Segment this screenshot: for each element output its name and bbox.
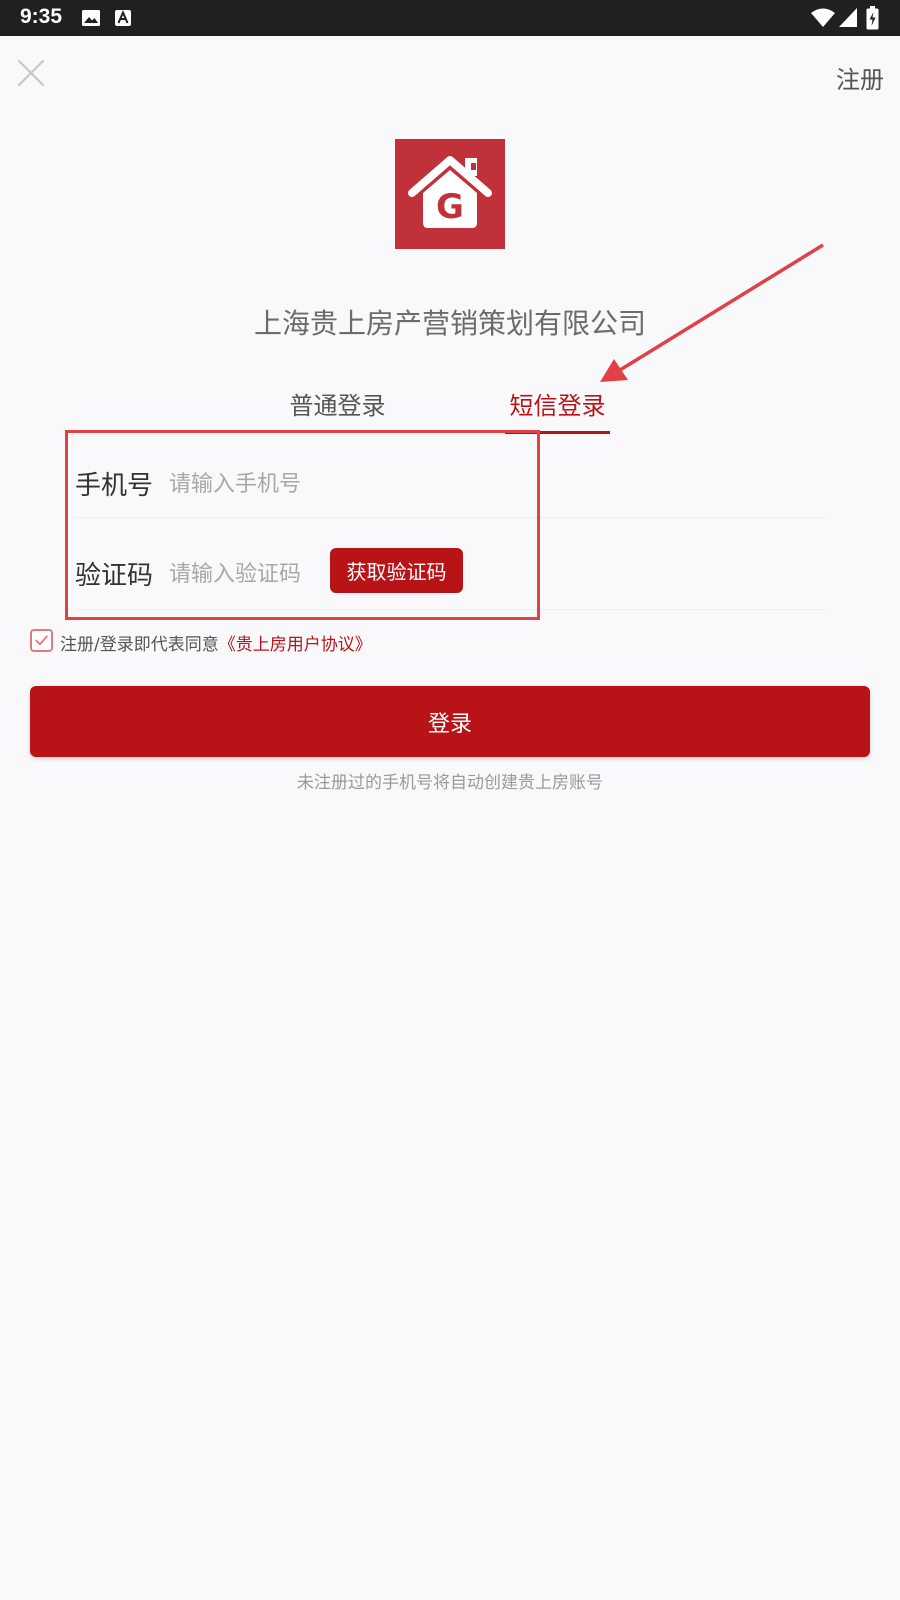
- code-label: 验证码: [75, 561, 154, 591]
- get-code-button[interactable]: 获取验证码: [330, 548, 463, 593]
- battery-charging-icon: [866, 6, 879, 30]
- tab-normal-login[interactable]: 普通登录: [280, 386, 395, 421]
- code-input[interactable]: [169, 556, 349, 592]
- text-a-icon: [115, 9, 131, 26]
- active-tab-indicator: [505, 431, 610, 434]
- wifi-icon: [811, 8, 835, 27]
- agreement-text: 注册/登录即代表同意《贵上房用户协议》: [60, 630, 372, 655]
- agreement-checkbox[interactable]: [30, 629, 53, 652]
- register-link[interactable]: 注册: [836, 60, 884, 95]
- status-time: 9:35: [20, 5, 63, 28]
- tab-sms-login[interactable]: 短信登录: [505, 386, 610, 421]
- agreement-label: 注册/登录即代表同意: [60, 635, 219, 655]
- phone-label: 手机号: [75, 471, 154, 501]
- close-icon[interactable]: [16, 58, 46, 88]
- code-row: 验证码 获取验证码: [75, 540, 825, 610]
- signal-icon: [839, 8, 857, 27]
- house-logo-icon: G: [395, 139, 505, 249]
- status-bar: 9:35: [0, 0, 900, 36]
- auto-create-note: 未注册过的手机号将自动创建贵上房账号: [297, 773, 603, 793]
- phone-input[interactable]: [169, 466, 469, 502]
- logo-letter: G: [436, 187, 464, 227]
- login-button[interactable]: 登录: [30, 686, 870, 757]
- phone-row: 手机号: [75, 455, 825, 518]
- image-icon: [82, 10, 100, 26]
- user-agreement-link[interactable]: 《贵上房用户协议》: [219, 635, 372, 655]
- company-name: 上海贵上房产营销策划有限公司: [253, 307, 646, 340]
